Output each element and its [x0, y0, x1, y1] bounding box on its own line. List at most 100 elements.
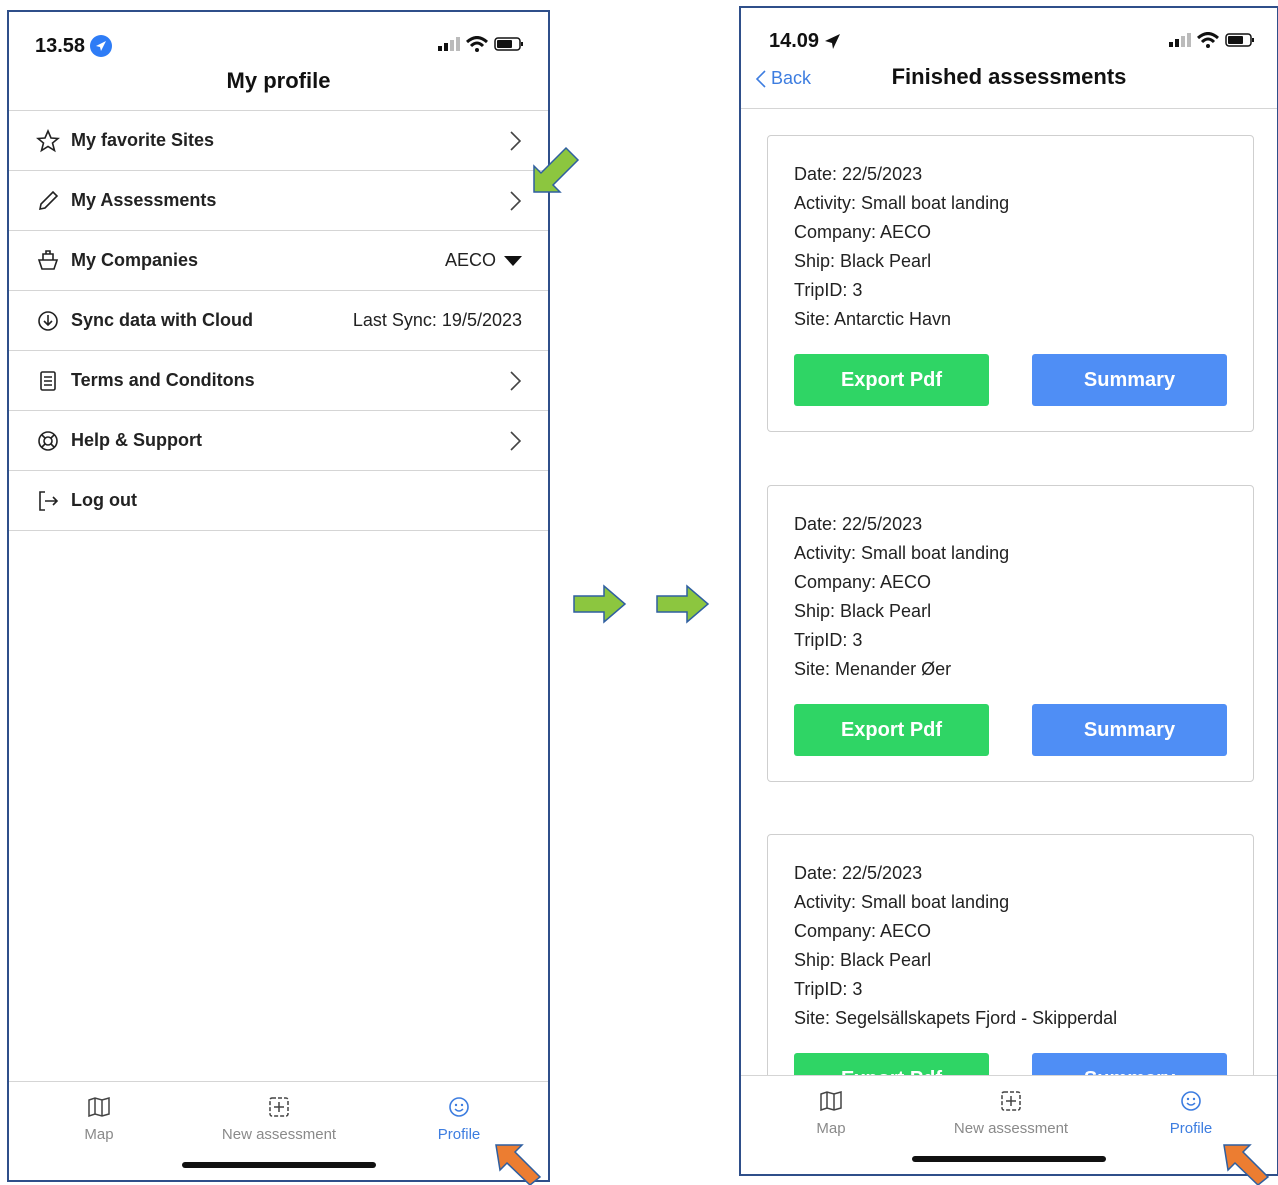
add-square-icon [921, 1088, 1101, 1114]
home-indicator [181, 1162, 376, 1168]
finished-assessments-screen: 14.09 Back Finished assessments Date: 22… [739, 6, 1278, 1176]
time-label: 14.09 [769, 30, 820, 52]
menu-item-label: Log out [71, 490, 137, 510]
sync-icon [35, 308, 61, 334]
green-diagonal-arrow-icon [533, 146, 580, 193]
last-sync-label: Last Sync: 19/5/2023 [352, 310, 522, 330]
activity-label: Activity: Small boat landing [794, 193, 1010, 213]
company-select-value: AECO [444, 250, 496, 270]
date-label: Date: 22/5/2023 [794, 863, 923, 883]
home-indicator [912, 1156, 1106, 1162]
status-icons [1169, 32, 1255, 48]
signal-icon [438, 37, 460, 51]
menu-item-help[interactable]: Help & Support [9, 411, 548, 471]
smiley-icon [1101, 1088, 1277, 1114]
map-icon [9, 1094, 189, 1120]
caret-down-icon [504, 255, 522, 266]
orange-diagonal-arrow-icon [1223, 1144, 1270, 1185]
tab-profile[interactable]: Profile [369, 1094, 548, 1143]
tab-bar: Map New assessment Profile [741, 1075, 1277, 1174]
menu-item-logout[interactable]: Log out [9, 471, 548, 531]
summary-button[interactable]: Summary [1032, 354, 1227, 406]
time-label: 13.58 [35, 34, 86, 57]
menu-item-label: Help & Support [71, 430, 202, 450]
activity-label: Activity: Small boat landing [794, 892, 1010, 912]
ship-label: Ship: Black Pearl [794, 251, 932, 271]
activity-label: Activity: Small boat landing [794, 543, 1010, 563]
location-arrow-icon [825, 33, 841, 49]
tab-label: New assessment [221, 1126, 337, 1143]
divider [741, 108, 1277, 109]
chevron-right-icon [508, 370, 522, 392]
menu-item-label: My Companies [71, 250, 199, 270]
tab-label: Profile [437, 1126, 481, 1143]
green-right-arrow-icon [656, 584, 710, 624]
page-title: My profile [226, 68, 331, 93]
site-label: Site: Menander Øer [794, 659, 952, 679]
menu-item-label: Terms and Conditons [71, 370, 255, 390]
menu-item-terms[interactable]: Terms and Conditons [9, 351, 548, 411]
wifi-icon [1197, 32, 1219, 48]
ship-label: Ship: Black Pearl [794, 601, 932, 621]
tab-label: Profile [1169, 1120, 1213, 1137]
tab-map[interactable]: Map [9, 1094, 189, 1143]
tab-new-assessment[interactable]: New assessment [189, 1094, 369, 1143]
tab-bar: Map New assessment Profile [9, 1081, 548, 1180]
company-label: Company: AECO [794, 222, 932, 242]
status-icons [438, 36, 524, 52]
assessment-card: Date: 22/5/2023 Activity: Small boat lan… [767, 135, 1254, 432]
lifebuoy-icon [35, 428, 61, 454]
profile-menu: My favorite Sites My Assessments My Comp… [9, 110, 548, 531]
date-label: Date: 22/5/2023 [794, 164, 923, 184]
profile-screen: 13.58 My profile My favorite Sites My As… [7, 10, 550, 1182]
menu-item-assessments[interactable]: My Assessments [9, 171, 548, 231]
ship-icon [35, 248, 61, 274]
chevron-right-icon [508, 190, 522, 212]
menu-item-label: My Assessments [71, 190, 217, 210]
chevron-right-icon [508, 130, 522, 152]
document-icon [35, 368, 61, 394]
menu-item-label: Sync data with Cloud [71, 310, 254, 330]
status-bar-time: 14.09 [769, 30, 841, 53]
tripid-label: TripID: 3 [794, 280, 863, 300]
battery-icon [494, 37, 523, 51]
tripid-label: TripID: 3 [794, 630, 863, 650]
menu-item-companies[interactable]: My Companies AECO [9, 231, 548, 291]
site-label: Site: Antarctic Havn [794, 309, 952, 329]
site-label: Site: Segelsällskapets Fjord - Skipperda… [794, 1008, 1118, 1028]
company-label: Company: AECO [794, 572, 932, 592]
add-square-icon [189, 1094, 369, 1120]
menu-item-label: My favorite Sites [71, 130, 215, 150]
tab-map[interactable]: Map [741, 1088, 921, 1137]
tripid-label: TripID: 3 [794, 979, 863, 999]
tab-label: Map [816, 1120, 846, 1137]
chevron-right-icon [508, 430, 522, 452]
pencil-icon [35, 188, 61, 214]
green-right-arrow-icon [573, 584, 627, 624]
menu-item-favorite-sites[interactable]: My favorite Sites [9, 111, 548, 171]
tab-label: New assessment [953, 1120, 1069, 1137]
status-bar-time: 13.58 [35, 34, 113, 58]
orange-diagonal-arrow-icon [495, 1144, 542, 1185]
map-icon [741, 1088, 921, 1114]
date-label: Date: 22/5/2023 [794, 514, 923, 534]
ship-label: Ship: Black Pearl [794, 950, 932, 970]
wifi-icon [466, 36, 488, 52]
star-icon [35, 128, 61, 154]
smiley-icon [369, 1094, 548, 1120]
summary-button[interactable]: Summary [1032, 704, 1227, 756]
battery-icon [1225, 33, 1254, 47]
company-select[interactable]: AECO [445, 250, 522, 271]
location-badge-icon [90, 35, 113, 57]
signal-icon [1169, 33, 1191, 47]
tab-new-assessment[interactable]: New assessment [921, 1088, 1101, 1137]
export-pdf-button[interactable]: Export Pdf [794, 354, 989, 406]
tab-profile[interactable]: Profile [1101, 1088, 1277, 1137]
logout-icon [35, 488, 61, 514]
tab-label: Map [84, 1126, 114, 1143]
export-pdf-button[interactable]: Export Pdf [794, 704, 989, 756]
page-title: Finished assessments [891, 64, 1127, 89]
assessment-card: Date: 22/5/2023 Activity: Small boat lan… [767, 485, 1254, 782]
menu-item-sync[interactable]: Sync data with Cloud Last Sync: 19/5/202… [9, 291, 548, 351]
company-label: Company: AECO [794, 921, 932, 941]
